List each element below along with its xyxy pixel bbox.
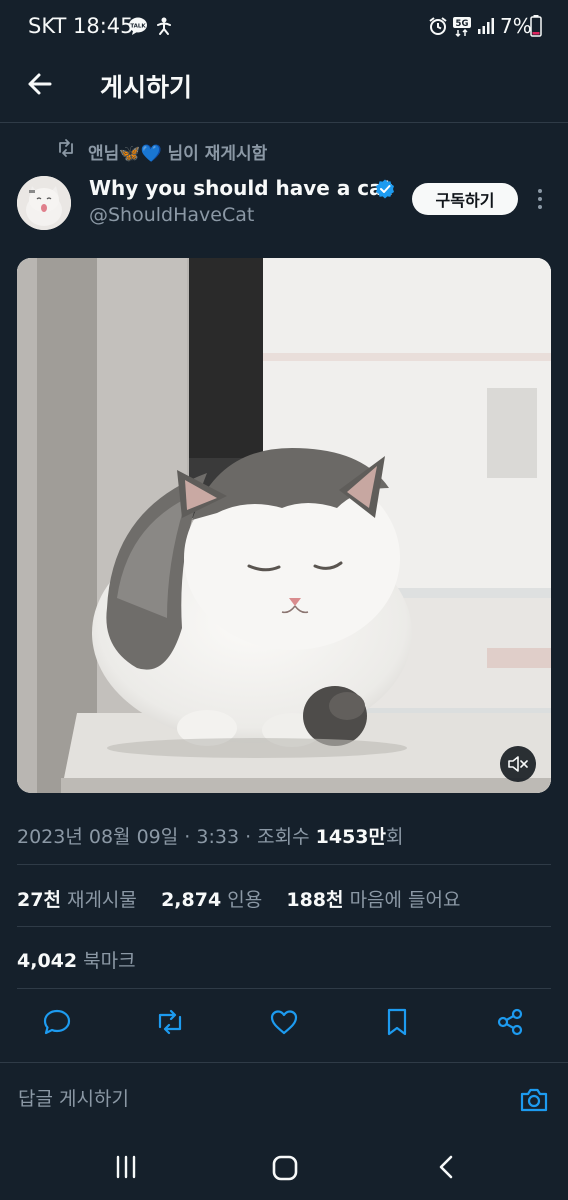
bookmarks-count: 4,042	[17, 950, 78, 972]
views-suffix: 회	[386, 826, 404, 848]
bookmarks-label: 북마크	[83, 950, 136, 972]
author-handle[interactable]: @ShouldHaveCat	[89, 204, 254, 226]
like-icon[interactable]	[268, 1006, 300, 1038]
likes-label: 마음에 들어요	[349, 889, 461, 911]
bookmark-icon[interactable]	[381, 1006, 413, 1038]
author-display-name[interactable]: Why you should have a cat	[89, 176, 392, 200]
tweet-date: 2023년 08월 09일	[17, 826, 179, 848]
repost-small-icon	[59, 139, 73, 157]
meta-separator: ·	[178, 826, 197, 848]
accessibility-icon	[157, 17, 171, 35]
divider	[17, 926, 551, 927]
camera-icon[interactable]	[518, 1084, 550, 1116]
alarm-icon	[429, 17, 447, 35]
quotes-stat[interactable]: 2,874 인용	[161, 889, 262, 911]
reposts-stat[interactable]: 27천 재게시물	[17, 889, 137, 911]
quotes-label: 인용	[227, 889, 263, 911]
repost-icon[interactable]	[154, 1006, 186, 1038]
views-count: 1453만	[315, 826, 387, 848]
more-options-icon[interactable]	[531, 186, 549, 212]
verified-badge-icon[interactable]	[375, 179, 395, 199]
repost-emoji: 🦋💙	[119, 144, 162, 164]
engagement-stats: 27천 재게시물 2,874 인용 188천 마음에 들어요	[17, 885, 460, 912]
quotes-count: 2,874	[161, 889, 222, 911]
divider	[0, 1062, 568, 1063]
page-title: 게시하기	[100, 73, 193, 102]
network-5g-icon: 5G	[453, 17, 471, 38]
cat-video-frame	[17, 258, 551, 793]
repost-attribution[interactable]: 앤님🦋💙 님이 재게시함	[88, 139, 267, 164]
divider	[17, 988, 551, 989]
system-back-icon[interactable]	[434, 1154, 460, 1180]
system-nav-bar	[0, 1132, 568, 1200]
reply-input[interactable]	[0, 1066, 568, 1132]
svg-text:5G: 5G	[456, 19, 469, 29]
tweet-video[interactable]	[17, 258, 551, 793]
reposts-label: 재게시물	[66, 889, 137, 911]
likes-stat[interactable]: 188천 마음에 들어요	[286, 889, 460, 911]
back-arrow-icon[interactable]	[22, 66, 58, 102]
recent-apps-icon[interactable]	[113, 1154, 139, 1180]
talk-notification-icon: TALK	[129, 17, 147, 35]
tweet-time: 3:33	[196, 826, 240, 848]
status-bar: SKT 18:45 TALK 5G 7%	[0, 0, 568, 52]
battery-percent: 7%	[500, 14, 532, 38]
repost-user-name[interactable]: 앤님	[88, 144, 119, 164]
reposts-count: 27천	[17, 889, 61, 911]
reply-icon[interactable]	[41, 1006, 73, 1038]
subscribe-button[interactable]: 구독하기	[412, 183, 518, 215]
signal-icon	[478, 18, 494, 34]
cat-avatar-image	[17, 176, 71, 230]
home-icon[interactable]	[271, 1154, 299, 1182]
status-time: SKT 18:45	[28, 14, 134, 38]
share-icon[interactable]	[494, 1006, 526, 1038]
bookmarks-stat: 4,042 북마크	[17, 946, 136, 973]
svg-text:TALK: TALK	[130, 24, 146, 30]
tweet-timestamp-views: 2023년 08월 09일 · 3:33 · 조회수 1453만회	[17, 822, 404, 849]
repost-suffix: 님이 재게시함	[161, 144, 268, 164]
views-label: · 조회수	[239, 826, 316, 848]
header-divider	[0, 122, 568, 123]
divider	[17, 864, 551, 865]
battery-icon	[530, 15, 542, 37]
avatar[interactable]	[17, 176, 71, 230]
mute-toggle-icon[interactable]	[500, 746, 536, 782]
likes-count: 188천	[286, 889, 344, 911]
